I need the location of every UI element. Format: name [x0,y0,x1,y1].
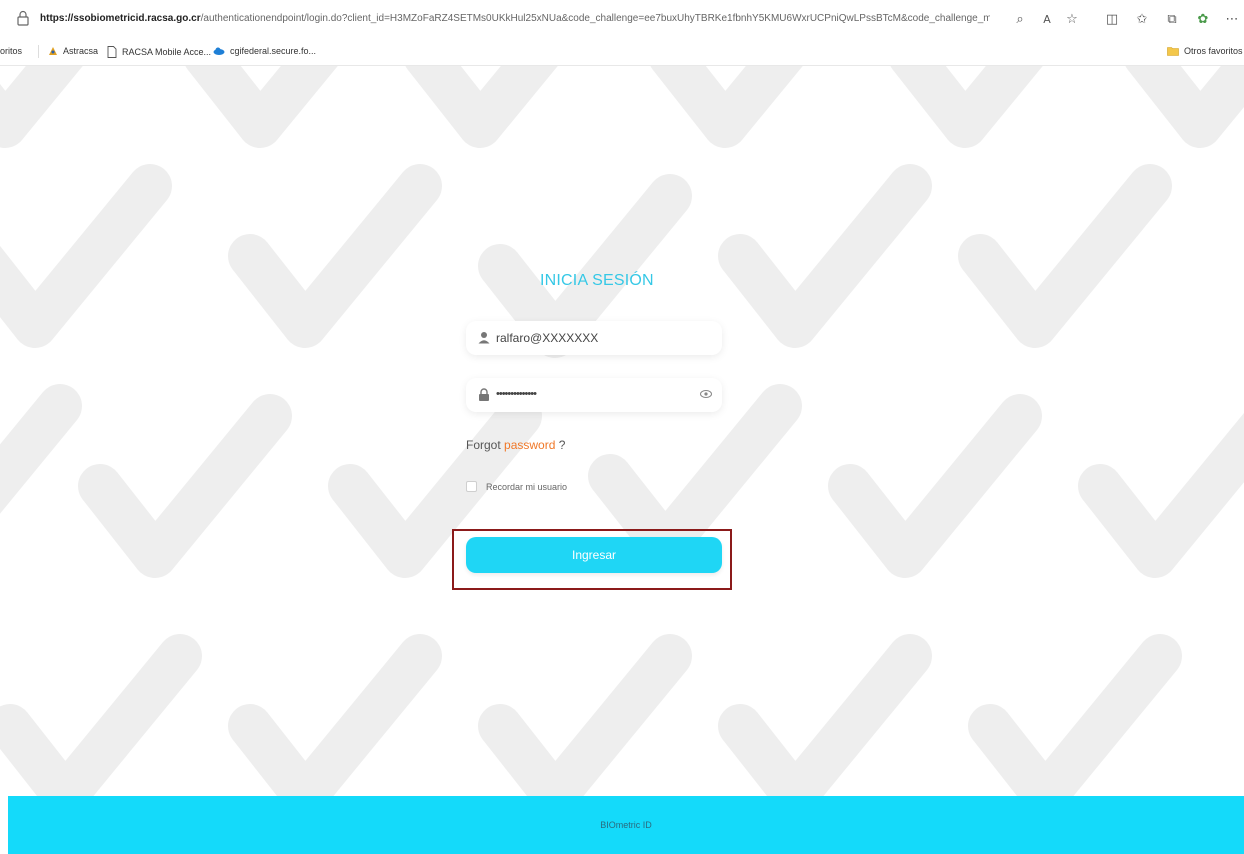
user-icon [478,332,490,344]
page-title: INICIA SESIÓN [540,272,654,289]
astracsa-icon [49,47,57,55]
forgot-password: Forgot password ? [466,438,565,452]
forgot-password-link[interactable]: password [504,438,555,452]
bookmark-label: Otros favoritos [1184,46,1243,56]
page-background [0,66,1244,796]
url-field[interactable]: https://ssobiometricid.racsa.go.cr/authe… [40,13,990,24]
username-value: ralfaro@XXXXXXX [496,331,599,345]
url-host: https://ssobiometricid.racsa.go.cr [40,13,201,24]
page-icon [107,46,117,58]
footer: BIOmetric ID [8,796,1244,854]
checkmark-pattern-shapes [0,66,1244,796]
bookmark-label: Astracsa [63,46,99,56]
bookmarks-bar: oritos Astracsa RACSA Mobile Acce... cgi… [0,38,1244,66]
username-field[interactable]: ralfaro@XXXXXXX [466,321,722,355]
submit-button[interactable]: Ingresar [466,537,722,573]
password-field[interactable]: •••••••••••••• [466,378,722,412]
split-screen-icon[interactable]: ◫ [1104,11,1120,27]
collections-icon[interactable]: ⧉ [1164,11,1180,27]
bookmark-fragment[interactable]: oritos [0,46,22,56]
remember-checkbox[interactable] [466,481,477,492]
forgot-prefix: Forgot [466,438,501,452]
checkmark-pattern [0,66,1244,796]
forgot-suffix: ? [558,438,566,452]
bookmark-label: cgifederal.secure.fo... [230,46,317,56]
cloud-icon [213,47,225,55]
bookmark-cgifederal[interactable]: cgifederal.secure.fo... [213,46,316,56]
remember-label: Recordar mi usuario [486,481,568,492]
favorites-icon[interactable]: ✩ [1134,11,1150,27]
folder-icon [1167,47,1179,56]
search-icon[interactable]: ⌕ [1012,11,1028,27]
browser-address-bar: https://ssobiometricid.racsa.go.cr/authe… [0,0,1244,38]
footer-text: BIOmetric ID [600,820,652,830]
read-aloud-icon[interactable]: A [1039,11,1055,27]
bookmark-racsa-mobile[interactable]: RACSA Mobile Acce... [107,46,211,58]
bookmark-label: RACSA Mobile Acce... [122,47,212,57]
bookmark-astracsa[interactable]: Astracsa [48,46,98,56]
remember-me[interactable]: Recordar mi usuario [466,481,567,492]
bookmarks-divider [38,45,39,58]
url-path: /authenticationendpoint/login.do?client_… [200,13,990,24]
extension-icon[interactable]: ✿ [1195,11,1211,27]
bookmark-otros-favoritos[interactable]: Otros favoritos [1167,46,1243,56]
more-icon[interactable]: ⋯ [1224,11,1240,27]
password-value: •••••••••••••• [496,388,537,400]
lock-icon [479,388,489,401]
lock-icon [17,10,29,26]
favorite-star-icon[interactable]: ☆ [1064,11,1080,27]
show-password-icon[interactable] [700,388,712,400]
